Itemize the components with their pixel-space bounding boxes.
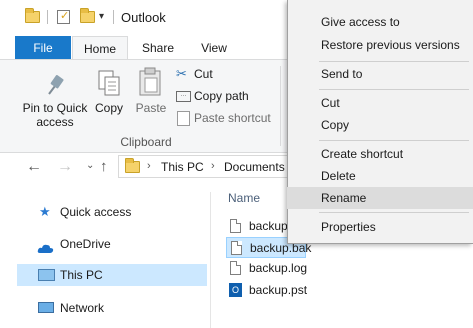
file-icon bbox=[230, 219, 241, 233]
back-arrow-icon[interactable]: ← bbox=[26, 158, 42, 176]
tab-home[interactable]: Home bbox=[72, 36, 128, 60]
pin-icon bbox=[40, 70, 70, 100]
separator bbox=[47, 10, 48, 24]
breadcrumb-chevron[interactable]: › bbox=[211, 160, 215, 172]
menu-item-label: Give access to bbox=[321, 15, 400, 29]
menu-separator bbox=[319, 61, 469, 62]
copy-path-icon: ··· bbox=[176, 91, 191, 102]
menu-item-properties[interactable]: Properties bbox=[287, 216, 473, 238]
sidebar-item-label: OneDrive bbox=[60, 237, 111, 251]
menu-item-cut[interactable]: Cut bbox=[287, 92, 473, 114]
menu-item-label: Restore previous versions bbox=[321, 38, 460, 52]
cloud-icon bbox=[37, 239, 54, 253]
menu-item-send-to[interactable]: Send to bbox=[287, 63, 473, 85]
pin-to-quick-access-button[interactable]: Pin to Quick access bbox=[20, 101, 90, 129]
menu-item-label: Properties bbox=[321, 220, 376, 234]
menu-item-label: Cut bbox=[321, 96, 340, 110]
text-file-icon bbox=[230, 261, 241, 275]
menu-item-label: Send to bbox=[321, 67, 363, 81]
menu-item-label: Rename bbox=[321, 191, 367, 205]
menu-item-label: Copy bbox=[321, 118, 350, 132]
paste-shortcut-button[interactable]: Paste shortcut bbox=[194, 111, 271, 125]
menu-item-copy[interactable]: Copy bbox=[287, 114, 473, 136]
file-name: backup.pst bbox=[249, 283, 308, 297]
forward-arrow-icon[interactable]: → bbox=[57, 158, 73, 176]
properties-icon[interactable] bbox=[57, 9, 70, 24]
list-item[interactable]: backup.log bbox=[226, 258, 308, 279]
sidebar-item-label: Quick access bbox=[60, 205, 132, 219]
sidebar-item-label: Network bbox=[60, 301, 105, 315]
tab-file[interactable]: File bbox=[15, 36, 71, 60]
clipboard-group-label: Clipboard bbox=[120, 135, 172, 149]
tab-view[interactable]: View bbox=[188, 36, 240, 60]
breadcrumb-documents[interactable]: Documents bbox=[224, 160, 285, 174]
paste-icon bbox=[136, 66, 166, 98]
separator bbox=[113, 10, 114, 24]
copy-icon bbox=[96, 68, 124, 98]
paste-shortcut-icon bbox=[177, 111, 190, 126]
pane-divider bbox=[210, 192, 211, 328]
menu-separator bbox=[319, 212, 469, 213]
new-folder-icon[interactable] bbox=[80, 8, 95, 23]
paste-button[interactable]: Paste bbox=[133, 101, 169, 115]
scissors-icon: ✂ bbox=[176, 66, 187, 81]
menu-item-give-access[interactable]: Give access to bbox=[287, 11, 473, 33]
menu-separator bbox=[319, 89, 469, 90]
file-icon bbox=[231, 241, 242, 255]
menu-item-label: Delete bbox=[321, 169, 356, 183]
star-icon: ★ bbox=[39, 204, 51, 219]
address-bar[interactable]: › This PC › Documents bbox=[118, 155, 298, 178]
window-title: Outlook bbox=[121, 10, 166, 25]
network-icon bbox=[38, 302, 54, 313]
group-divider bbox=[280, 66, 281, 146]
customize-toolbar-icon[interactable]: ▾ bbox=[99, 11, 104, 22]
menu-item-restore-previous-versions[interactable]: Restore previous versions bbox=[287, 34, 473, 56]
menu-separator bbox=[319, 140, 469, 141]
tab-share[interactable]: Share bbox=[132, 36, 184, 60]
copy-path-button[interactable]: Copy path bbox=[194, 89, 249, 103]
folder-icon bbox=[125, 158, 140, 173]
menu-item-label: Create shortcut bbox=[321, 147, 404, 161]
copy-button[interactable]: Copy bbox=[90, 101, 128, 115]
breadcrumb-chevron[interactable]: › bbox=[147, 160, 151, 172]
file-name: backup bbox=[249, 219, 288, 233]
breadcrumb-this-pc[interactable]: This PC bbox=[161, 160, 204, 174]
sidebar-item-onedrive[interactable]: OneDrive bbox=[17, 233, 207, 255]
menu-item-delete[interactable]: Delete bbox=[287, 165, 473, 187]
file-name: backup.log bbox=[249, 261, 308, 275]
list-item[interactable]: O backup.pst bbox=[226, 280, 308, 301]
folder-icon bbox=[25, 8, 40, 23]
computer-icon bbox=[38, 269, 55, 281]
column-header-name[interactable]: Name bbox=[228, 191, 260, 205]
menu-item-create-shortcut[interactable]: Create shortcut bbox=[287, 143, 473, 165]
recent-locations-icon[interactable]: ⌄ bbox=[86, 160, 94, 171]
sidebar-item-network[interactable]: Network bbox=[17, 297, 207, 319]
sidebar-item-this-pc[interactable]: This PC bbox=[17, 264, 207, 286]
outlook-data-file-icon: O bbox=[229, 283, 242, 297]
menu-item-rename[interactable]: Rename bbox=[287, 187, 473, 209]
sidebar-item-quick-access[interactable]: ★ Quick access bbox=[17, 201, 207, 223]
sidebar-item-label: This PC bbox=[60, 268, 103, 282]
cut-button[interactable]: Cut bbox=[194, 67, 213, 81]
up-arrow-icon[interactable]: ↑ bbox=[100, 158, 108, 175]
